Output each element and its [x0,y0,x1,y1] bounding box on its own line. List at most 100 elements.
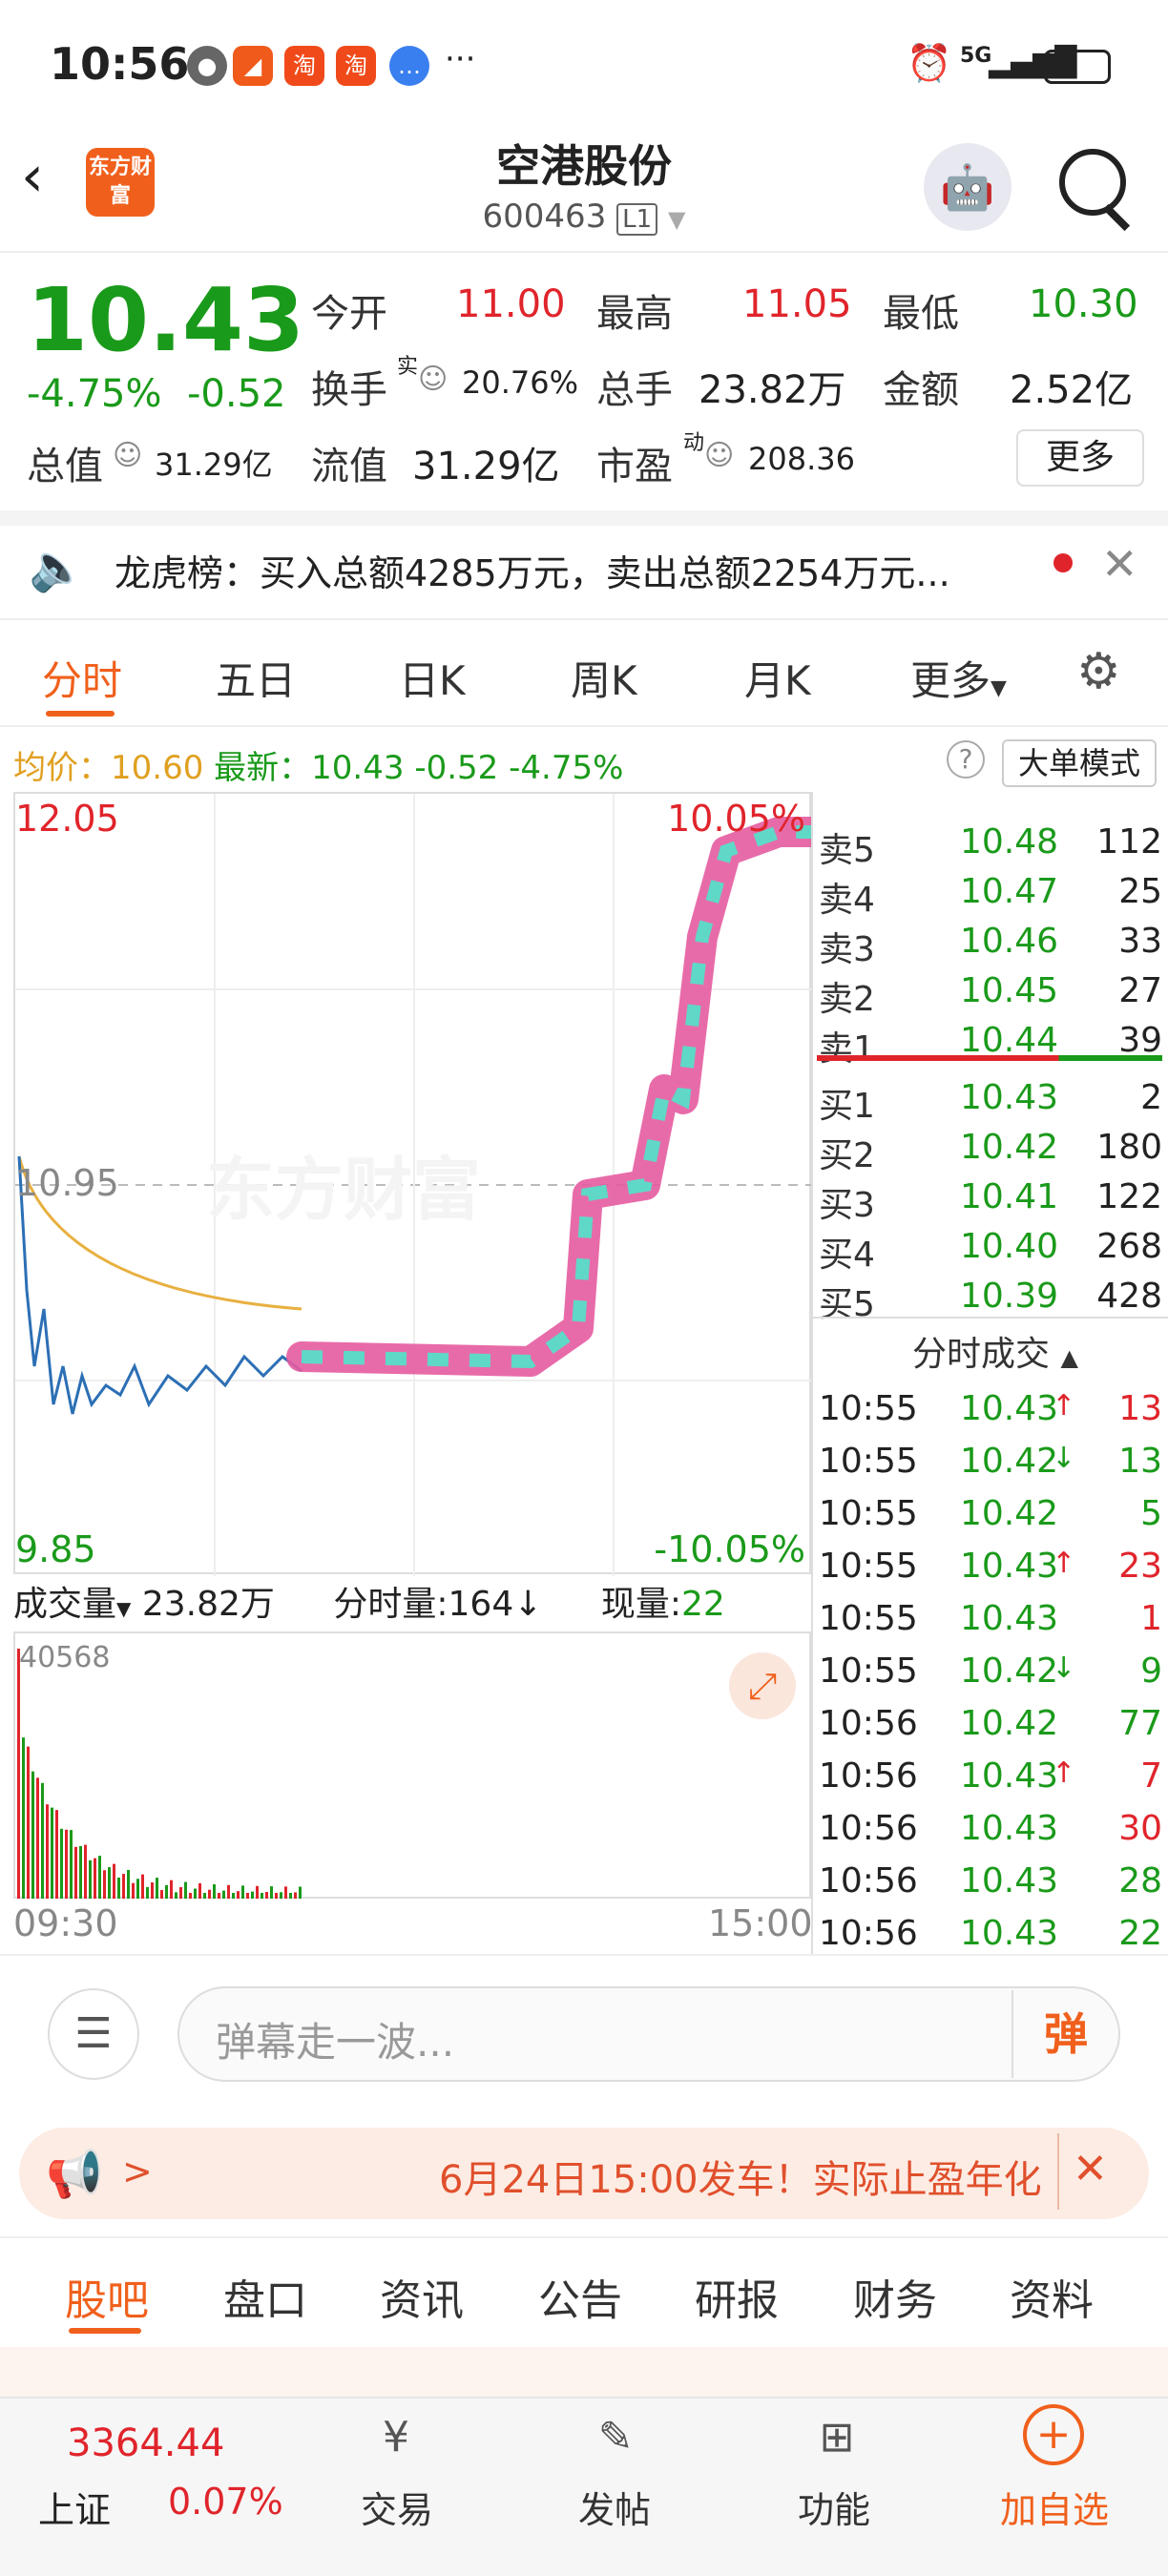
intraday-chart[interactable]: 东方财富 12.05 10.05% 10.95 9.85 -10.05% [13,792,813,1576]
index-value[interactable]: 3364.44 [67,2421,224,2465]
robot-assistant-icon[interactable]: 🤖 [924,143,1012,231]
volume-bar [280,1892,282,1899]
tab-monthly-k[interactable]: 月K [744,649,811,707]
bottom-tab[interactable]: 盘口 [223,2266,307,2327]
settings-gear-icon[interactable]: ⚙ [1076,643,1121,700]
more-button[interactable]: 更多 [1016,429,1144,487]
volume-bar [227,1884,230,1899]
ask-label: 卖4 [819,881,875,920]
ask-label: 卖5 [819,831,875,870]
bid-label: 买1 [819,1087,875,1126]
tab-more[interactable]: 更多▼ [910,649,1007,707]
volume-bar [189,1893,192,1899]
open-value: 11.00 [456,282,566,326]
volume-bar: 成交量▼ 23.82万 分时量:164↓ 现量:22 [13,1576,725,1626]
ask-vol: 25 [1118,872,1162,911]
add-watchlist-icon[interactable]: + [1023,2404,1084,2465]
volume-bar [275,1893,278,1899]
trade-price: 10.43 [960,1547,1059,1586]
volume-bar [22,1737,25,1899]
search-icon[interactable] [1059,149,1126,216]
expand-icon[interactable]: ⤢ [729,1652,796,1719]
high-value: 11.05 [742,282,852,326]
danmaku-send-button[interactable]: 弹 [1012,1990,1118,2078]
intraday-chart-svg: 东方财富 [15,794,813,1576]
volume-bar [79,1845,82,1899]
volume-label: 总手 [596,368,673,412]
alarm-icon: ⏰ [907,42,952,84]
nav-add-watchlist[interactable]: 加自选 [1000,2481,1109,2533]
trade-vol: 23 [1118,1547,1162,1586]
index-name[interactable]: 上证 [38,2481,111,2533]
bottom-tab[interactable]: 财务 [853,2266,937,2327]
doodle-overlay-pattern [301,825,813,1369]
tab-weekly-k[interactable]: 周K [571,649,637,707]
status-bar: 10:56 ● ◢ 淘 淘 … ··· ⏰ 5G ▂▄▆█ [0,0,1168,134]
info-icon[interactable]: ☺ [113,439,142,472]
notice-text[interactable]: 龙虎榜：买入总额4285万元，卖出总额2254万元... [115,544,950,596]
latest-change: -0.52 [414,749,499,787]
bottom-tab[interactable]: 资讯 [380,2266,464,2327]
danmaku-settings-icon[interactable]: ☰ [48,1988,139,2080]
open-label: 今开 [311,292,387,336]
help-icon[interactable]: ? [947,740,985,779]
trade-time: 10:56 [819,1809,918,1848]
index-pct[interactable]: 0.07% [168,2481,283,2523]
tab-five-day[interactable]: 五日 [216,649,296,707]
promo-text[interactable]: 6月24日15:00发车！实际止盈年化 [439,2149,1059,2204]
tab-daily-k[interactable]: 日K [399,649,466,707]
function-grid-icon[interactable]: ⊞ [803,2404,870,2471]
volume-bar [60,1828,63,1899]
big-order-mode-button[interactable]: 大单模式 [1002,739,1157,787]
post-edit-icon[interactable]: ✎ [582,2404,649,2471]
trade-price: 10.43 [960,1914,1059,1953]
chevron-down-icon: ▼ [116,1597,132,1620]
volume-selector[interactable]: 成交量▼ [13,1585,131,1624]
nav-function[interactable]: 功能 [798,2481,870,2533]
info-icon[interactable]: ☺ [704,439,734,472]
nav-post[interactable]: 发帖 [578,2481,651,2533]
volume-bar [208,1889,211,1899]
volume-bar [117,1877,120,1899]
volume-bar [108,1867,111,1899]
volume-bar [98,1856,101,1899]
bottom-tab[interactable]: 研报 [695,2266,779,2327]
close-icon[interactable]: ✕ [1073,2145,1108,2193]
nav-trade[interactable]: 交易 [361,2481,433,2533]
volume-bar [213,1884,216,1899]
volume-bar [246,1893,249,1899]
volume-chart[interactable]: 40568 ⤢ [13,1631,811,1899]
volume-bar [160,1890,163,1899]
bid-vol: 268 [1096,1227,1162,1266]
mktcap-value: 31.29亿 [155,447,273,483]
trade-price: 10.42 [960,1652,1059,1691]
trade-price: 10.42 [960,1442,1059,1481]
turnover-sup: 实 [397,355,419,379]
volume-bar [261,1893,263,1899]
tab-intraday[interactable]: 分时 [42,649,122,707]
trade-icon[interactable]: ¥ [363,2404,429,2471]
bottom-tab[interactable]: 股吧 [65,2266,149,2327]
doodle-overlay [286,817,813,1377]
ask-vol: 27 [1118,971,1162,1010]
status-time: 10:56 [50,38,190,90]
pe-value: 208.36 [748,441,855,477]
volume-bar [103,1870,106,1899]
chart-bottom-pct: -10.05% [654,1528,805,1570]
more-notifications-icon: ··· [445,40,476,78]
volume-bar [65,1829,68,1899]
chart-top-price: 12.05 [15,798,119,840]
volume-bar [74,1846,77,1899]
close-icon[interactable]: ✕ [1101,538,1138,590]
volume-bar [70,1830,73,1899]
info-icon[interactable]: ☺ [418,363,448,396]
volume-bar [156,1878,158,1899]
bottom-tab[interactable]: 资料 [1010,2266,1094,2327]
trade-time: 10:55 [819,1442,918,1481]
volume-bar [284,1886,287,1899]
bottom-tab[interactable]: 公告 [538,2266,622,2327]
chevron-right-icon: > [122,2150,153,2192]
trades-header[interactable]: 分时成交 ▲ [912,1326,1078,1376]
stock-code-number: 600463 [482,197,607,236]
volume-max: 40568 [19,1641,111,1674]
